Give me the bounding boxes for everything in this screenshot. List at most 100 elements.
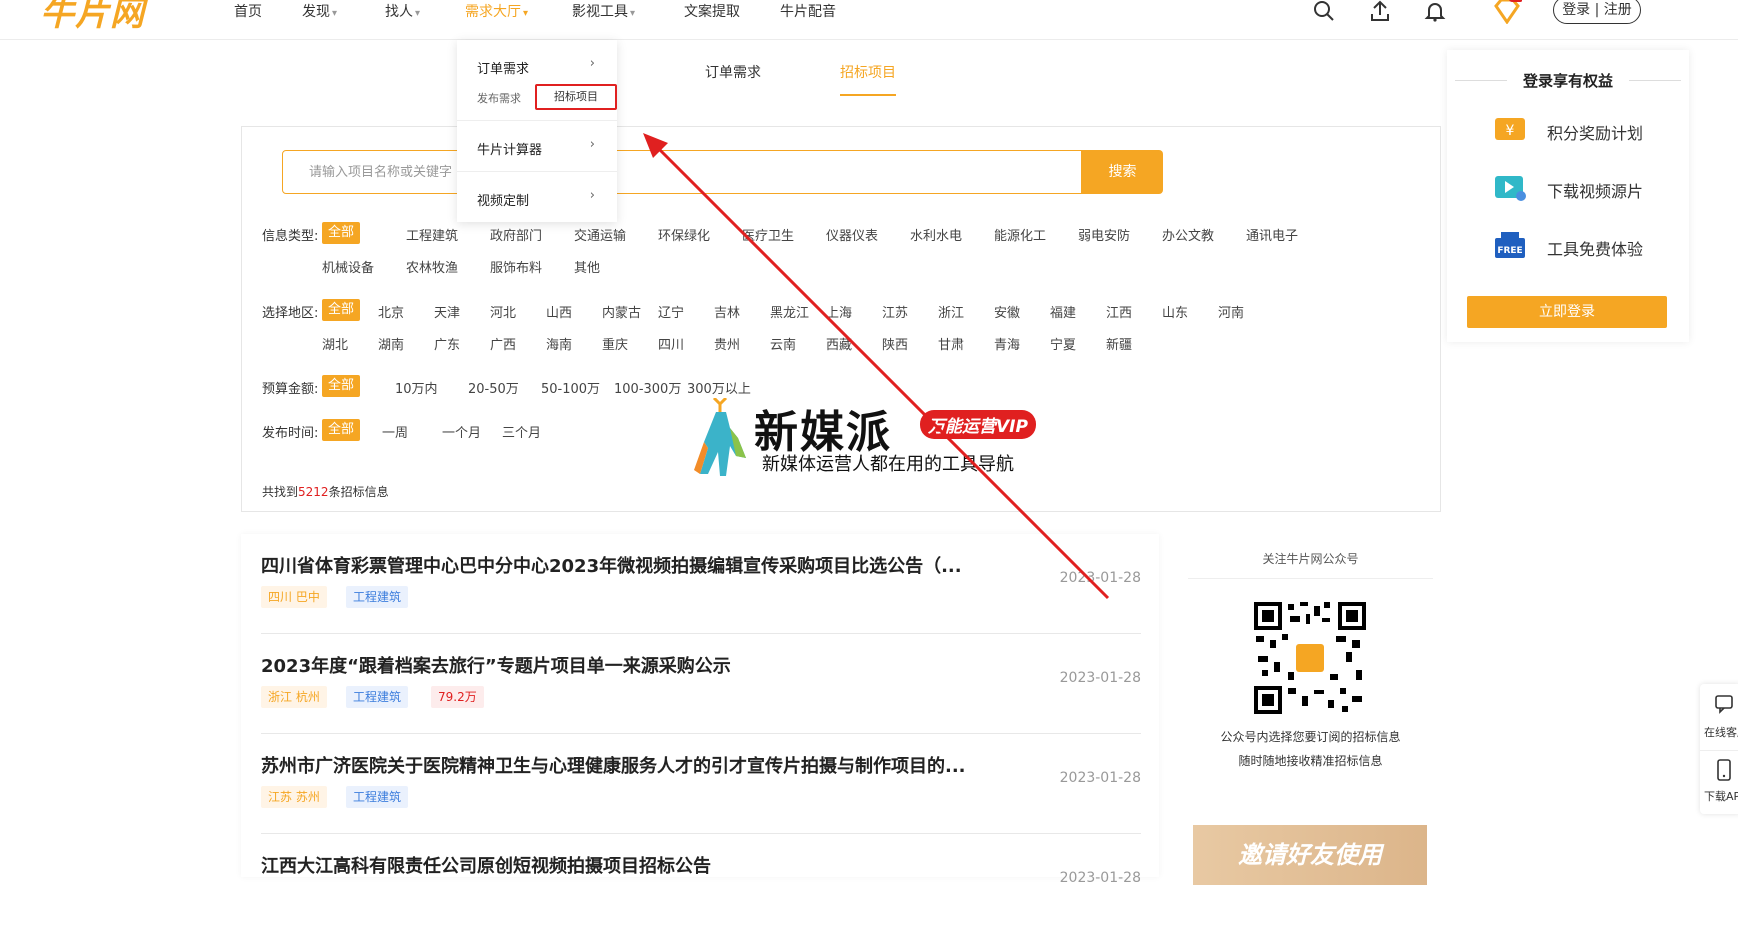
region-option[interactable]: 浙江 [938, 302, 964, 321]
region-option[interactable]: 山西 [546, 302, 572, 321]
chevron-right-icon: › [589, 188, 595, 203]
login-register-button[interactable]: 登录 | 注册 [1553, 0, 1641, 24]
dropdown-sub-bidding-projects[interactable]: 招标项目 [535, 84, 617, 110]
region-option[interactable]: 广东 [434, 334, 460, 353]
time-option[interactable]: 三个月 [502, 422, 541, 441]
item-title[interactable]: 2023年度“跟着档案去旅行”专题片项目单一来源采购公示 [261, 652, 731, 678]
region-option[interactable]: 贵州 [714, 334, 740, 353]
list-item[interactable]: 2023年度“跟着档案去旅行”专题片项目单一来源采购公示 浙江 杭州 工程建筑 … [261, 634, 1141, 734]
region-option[interactable]: 内蒙古 [602, 302, 641, 321]
chat-icon[interactable] [1714, 694, 1736, 714]
search-button[interactable]: 搜索 [1082, 150, 1163, 194]
info-type-option[interactable]: 政府部门 [490, 225, 542, 244]
region-option[interactable]: 天津 [434, 302, 460, 321]
time-option[interactable]: 一周 [382, 422, 408, 441]
nav-find-people[interactable]: 找人 ▾ [385, 1, 420, 21]
budget-option[interactable]: 20-50万 [468, 378, 519, 397]
region-option[interactable]: 福建 [1050, 302, 1076, 321]
list-item[interactable]: 四川省体育彩票管理中心巴中分中心2023年微视频拍摄编辑宣传采购项目比选公告（.… [261, 534, 1141, 634]
info-type-option[interactable]: 仪器仪表 [826, 225, 878, 244]
region-option[interactable]: 安徽 [994, 302, 1020, 321]
info-type-option[interactable]: 工程建筑 [406, 225, 458, 244]
time-option[interactable]: 全部 [322, 419, 361, 441]
nav-home[interactable]: 首页 [234, 1, 262, 21]
item-title[interactable]: 江西大江高科有限责任公司原创短视频拍摄项目招标公告 [261, 852, 711, 878]
region-option[interactable]: 北京 [378, 302, 404, 321]
bidding-list: 四川省体育彩票管理中心巴中分中心2023年微视频拍摄编辑宣传采购项目比选公告（.… [241, 534, 1159, 886]
region-option[interactable]: 湖北 [322, 334, 348, 353]
dropdown-item-calculator[interactable]: 牛片计算器 [477, 139, 542, 158]
info-type-option[interactable]: 农林牧渔 [406, 257, 458, 276]
search-icon[interactable] [1313, 0, 1335, 22]
nav-discover[interactable]: 发现 ▾ [302, 1, 337, 21]
info-type-option[interactable]: 环保绿化 [658, 225, 710, 244]
item-title[interactable]: 苏州市广济医院关于医院精神卫生与心理健康服务人才的引才宣传片拍摄与制作项目的..… [261, 752, 966, 778]
download-app-label[interactable]: 下载APP [1704, 788, 1738, 804]
dropdown-sub-publish-demand[interactable]: 发布需求 [477, 90, 521, 106]
dropdown-item-order-demand[interactable]: 订单需求 [477, 58, 529, 77]
vip-diamond-icon[interactable] [1492, 0, 1522, 24]
info-type-option[interactable]: 交通运输 [574, 225, 626, 244]
info-type-option[interactable]: 水利水电 [910, 225, 962, 244]
dropdown-item-video-custom[interactable]: 视频定制 [477, 190, 529, 209]
budget-option[interactable]: 50-100万 [541, 378, 600, 397]
nav-dubbing[interactable]: 牛片配音 [780, 1, 836, 21]
info-type-option[interactable]: 服饰布料 [490, 257, 542, 276]
region-option[interactable]: 河南 [1218, 302, 1244, 321]
time-option[interactable]: 一个月 [442, 422, 481, 441]
region-option[interactable]: 西藏 [826, 334, 852, 353]
region-option[interactable]: 青海 [994, 334, 1020, 353]
filter-label-time: 发布时间: [262, 426, 319, 441]
site-logo[interactable]: 牛片网 [40, 0, 145, 35]
region-option[interactable]: 河北 [490, 302, 516, 321]
budget-option[interactable]: 10万内 [395, 378, 438, 397]
info-type-option[interactable]: 其他 [574, 257, 600, 276]
item-title[interactable]: 四川省体育彩票管理中心巴中分中心2023年微视频拍摄编辑宣传采购项目比选公告（.… [261, 552, 962, 578]
bell-icon[interactable] [1424, 0, 1446, 22]
region-option[interactable]: 辽宁 [658, 302, 684, 321]
tab-bidding-projects[interactable]: 招标项目 [840, 62, 896, 82]
region-option[interactable]: 甘肃 [938, 334, 964, 353]
info-type-option[interactable]: 全部 [322, 222, 361, 244]
region-option[interactable]: 吉林 [714, 302, 740, 321]
item-date: 2023-01-28 [1059, 670, 1141, 686]
budget-option[interactable]: 300万以上 [687, 378, 751, 397]
region-option[interactable]: 黑龙江 [770, 302, 809, 321]
invite-friends-banner[interactable]: 邀请好友使用 [1193, 825, 1427, 885]
info-type-option[interactable]: 医疗卫生 [742, 225, 794, 244]
search-input[interactable] [283, 151, 1063, 193]
region-option[interactable]: 湖南 [378, 334, 404, 353]
login-now-button[interactable]: 立即登录 [1467, 296, 1667, 328]
nav-text-extract[interactable]: 文案提取 [684, 1, 740, 21]
region-option[interactable]: 全部 [322, 299, 361, 321]
nav-video-tools[interactable]: 影视工具 ▾ [572, 1, 635, 21]
region-option[interactable]: 海南 [546, 334, 572, 353]
region-option[interactable]: 陕西 [882, 334, 908, 353]
region-option[interactable]: 宁夏 [1050, 334, 1076, 353]
region-option[interactable]: 云南 [770, 334, 796, 353]
upload-icon[interactable] [1369, 0, 1391, 22]
region-option[interactable]: 四川 [658, 334, 684, 353]
info-type-option[interactable]: 弱电安防 [1078, 225, 1130, 244]
list-item[interactable]: 苏州市广济医院关于医院精神卫生与心理健康服务人才的引才宣传片拍摄与制作项目的..… [261, 734, 1141, 834]
info-type-option[interactable]: 办公文教 [1162, 225, 1214, 244]
info-type-option[interactable]: 能源化工 [994, 225, 1046, 244]
list-item[interactable]: 江西大江高科有限责任公司原创短视频拍摄项目招标公告 2023-01-28 [261, 834, 1141, 934]
region-option[interactable]: 江西 [1106, 302, 1132, 321]
nav-demand-hall[interactable]: 需求大厅 ▾ [465, 1, 528, 21]
region-option[interactable]: 上海 [826, 302, 852, 321]
region-option[interactable]: 山东 [1162, 302, 1188, 321]
region-option[interactable]: 江苏 [882, 302, 908, 321]
region-option[interactable]: 重庆 [602, 334, 628, 353]
region-option[interactable]: 新疆 [1106, 334, 1132, 353]
region-option[interactable]: 广西 [490, 334, 516, 353]
wechat-desc-2: 随时随地接收精准招标信息 [1238, 754, 1383, 768]
online-service-label[interactable]: 在线客服 [1704, 724, 1738, 740]
budget-option[interactable]: 全部 [322, 375, 361, 397]
benefit-download: 下载视频源片 [1547, 182, 1644, 201]
info-type-option[interactable]: 机械设备 [322, 257, 374, 276]
budget-option[interactable]: 100-300万 [614, 378, 681, 397]
tab-order-demand[interactable]: 订单需求 [705, 62, 761, 82]
mobile-phone-icon[interactable] [1716, 758, 1732, 782]
info-type-option[interactable]: 通讯电子 [1246, 225, 1298, 244]
